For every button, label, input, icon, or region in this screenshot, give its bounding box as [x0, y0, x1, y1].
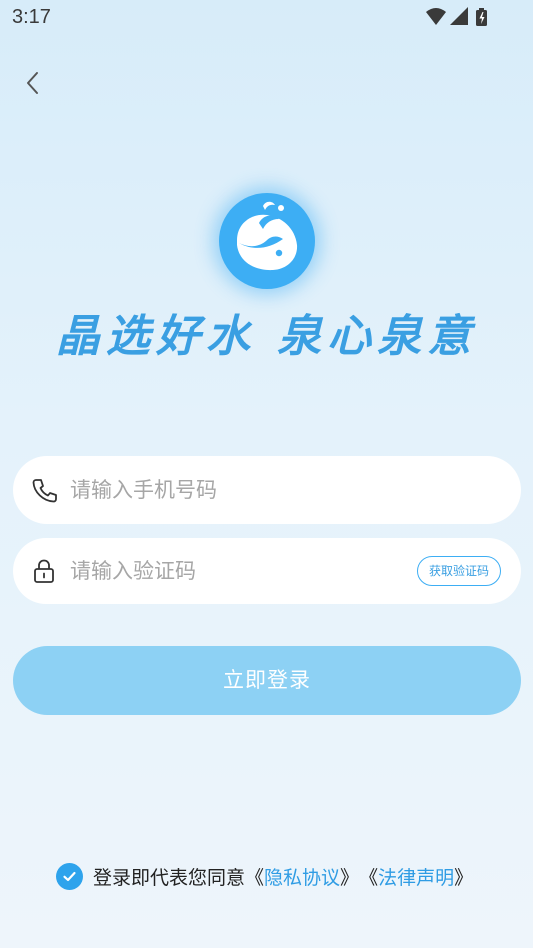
- phone-input[interactable]: [68, 456, 402, 526]
- quote-close-privacy: 》: [340, 867, 360, 889]
- login-button[interactable]: 立即登录: [13, 646, 521, 715]
- signal-icon: [450, 7, 468, 25]
- check-icon: [63, 871, 76, 881]
- whale-logo-icon: [237, 201, 298, 271]
- quote-open-privacy: 《: [245, 867, 265, 889]
- verification-code-input[interactable]: [68, 538, 402, 606]
- quote-close-legal: 》: [454, 867, 474, 889]
- app-logo: [219, 193, 315, 289]
- legal-statement-link[interactable]: 法律声明: [378, 863, 454, 890]
- lock-icon: [34, 559, 54, 583]
- get-code-button[interactable]: 获取验证码: [416, 556, 501, 586]
- phone-field: [13, 456, 521, 526]
- agreement-row: 登录即代表您同意 《 隐私协议 》 《 法律声明 》: [56, 862, 473, 890]
- agree-checkbox[interactable]: [56, 862, 83, 890]
- phone-icon: [32, 479, 57, 503]
- brand-slogan: 晶选好水 泉心泉意: [55, 311, 478, 362]
- privacy-policy-link[interactable]: 隐私协议: [264, 863, 340, 890]
- quote-open-legal: 《: [359, 867, 379, 889]
- login-screen: 3:17 晶选好水 泉心泉意 请输入手机号码 请输入验证码 获取验证码 立即登录…: [0, 0, 533, 948]
- verification-code-field: 获取验证码: [13, 538, 521, 606]
- agreement-text: 登录即代表您同意: [93, 867, 246, 889]
- status-time: 3:17: [12, 6, 51, 28]
- status-bar: 3:17: [0, 0, 533, 36]
- back-button[interactable]: [16, 66, 50, 100]
- wifi-icon: [426, 8, 446, 25]
- chevron-left-icon: [27, 72, 38, 94]
- battery-charging-icon: [476, 8, 487, 26]
- status-icons: [425, 7, 495, 27]
